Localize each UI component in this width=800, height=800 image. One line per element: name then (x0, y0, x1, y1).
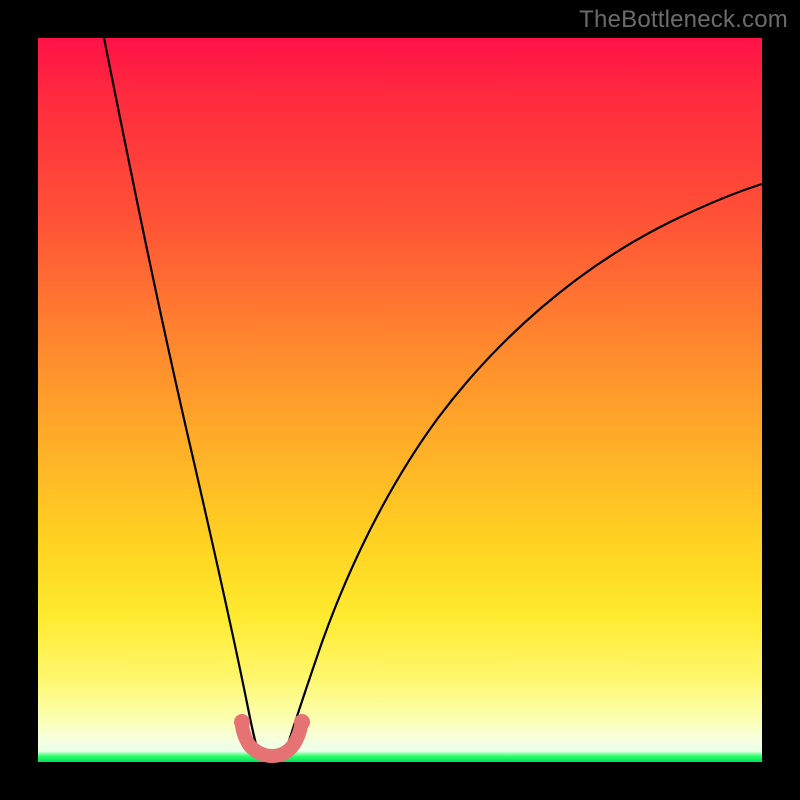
chart-svg (38, 38, 762, 762)
chart-frame: TheBottleneck.com (0, 0, 800, 800)
pink-dot-mid (265, 749, 279, 763)
plot-area (38, 38, 762, 762)
right-curve (284, 184, 762, 756)
watermark-text: TheBottleneck.com (579, 6, 788, 34)
pink-dot-left (234, 714, 250, 730)
left-curve (104, 38, 260, 756)
pink-dot-right (294, 714, 310, 730)
